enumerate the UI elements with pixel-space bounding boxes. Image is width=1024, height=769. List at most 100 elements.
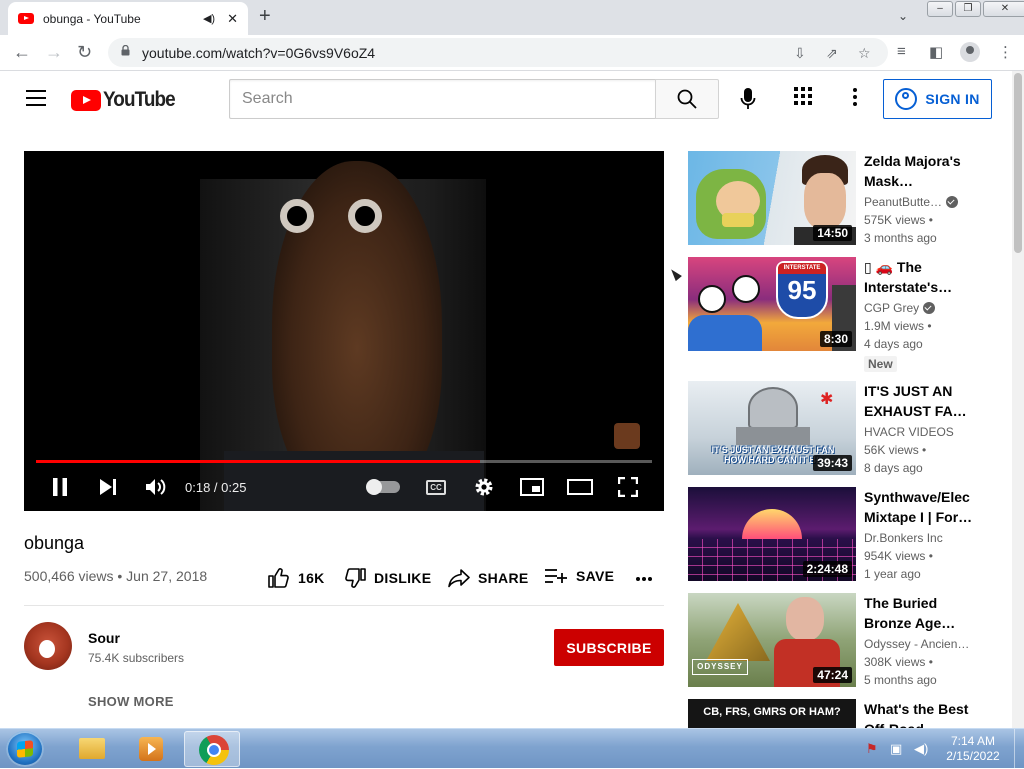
url-text[interactable]: youtube.com/watch?v=0G6vs9V6oZ4: [142, 45, 375, 61]
related-video-item[interactable]: INTERSTATE 95 8:30 ▯ 🚗 The Interstate's……: [688, 257, 978, 373]
bookmark-star-icon[interactable]: ☆: [858, 45, 871, 62]
back-arrow-icon[interactable]: ←: [13, 42, 31, 62]
apps-grid-icon[interactable]: [794, 87, 812, 105]
taskbar-file-explorer[interactable]: [62, 731, 118, 767]
miniplayer-icon[interactable]: [519, 475, 545, 499]
autoplay-toggle[interactable]: [366, 479, 400, 495]
chrome-menu-icon[interactable]: ⋮: [998, 43, 1013, 61]
minimize-button[interactable]: –: [927, 1, 953, 17]
save-button[interactable]: SAVE: [544, 568, 614, 584]
browser-tab[interactable]: obunga - YouTube ◀) ✕: [8, 2, 248, 35]
subscribe-button[interactable]: SUBSCRIBE: [554, 629, 664, 666]
related-channel-name: CGP Grey: [864, 301, 920, 315]
profile-avatar-icon[interactable]: [960, 42, 980, 62]
related-title[interactable]: ▯ 🚗 The Interstate's…: [864, 257, 974, 297]
video-title: obunga: [24, 533, 85, 553]
clock-date: 2/15/2022: [946, 749, 1000, 763]
more-actions-icon[interactable]: [635, 576, 653, 582]
search-button[interactable]: [655, 79, 719, 119]
related-video-item[interactable]: ✱ IT'S JUST AN EXHAUST FAN HOW HARD CAN …: [688, 381, 978, 475]
account-circle-icon: [895, 88, 918, 110]
guide-menu-icon[interactable]: [26, 90, 46, 106]
related-title[interactable]: What's the Best Off-Road…: [864, 699, 974, 728]
related-thumbnail[interactable]: ODYSSEY 47:24: [688, 593, 856, 687]
reload-icon[interactable]: ↻: [77, 42, 92, 62]
chrome-icon: [199, 735, 229, 765]
show-more-button[interactable]: SHOW MORE: [88, 694, 174, 709]
settings-gear-icon[interactable]: [472, 475, 496, 499]
page-scrollbar[interactable]: [1012, 71, 1024, 728]
youtube-logo[interactable]: YouTube: [71, 88, 183, 112]
related-video-item[interactable]: CB, FRS, GMRS OR HAM? What's the Best Of…: [688, 699, 978, 728]
fullscreen-icon[interactable]: [616, 475, 640, 499]
forward-arrow-icon[interactable]: →: [45, 42, 63, 62]
like-button[interactable]: 16K: [268, 568, 325, 588]
related-video-item[interactable]: 14:50 Zelda Majora's Mask… PeanutButte… …: [688, 151, 978, 245]
volume-tray-icon[interactable]: ◀): [914, 741, 928, 757]
windows-taskbar: ⚑ ▣ ◀) 7:14 AM 2/15/2022: [0, 728, 1024, 769]
volume-icon[interactable]: [144, 475, 168, 499]
related-thumbnail[interactable]: ✱ IT'S JUST AN EXHAUST FAN HOW HARD CAN …: [688, 381, 856, 475]
install-app-icon[interactable]: ⇩: [794, 45, 806, 62]
related-views: 308K views •: [864, 655, 933, 669]
thumbnail-caption: CB, FRS, GMRS OR HAM?: [703, 706, 841, 718]
pause-icon[interactable]: [50, 475, 70, 499]
related-thumbnail[interactable]: 2:24:48: [688, 487, 856, 581]
related-channel-name: Odyssey - Ancien…: [864, 637, 970, 651]
settings-kebab-icon[interactable]: [845, 87, 865, 107]
tab-close-icon[interactable]: ✕: [227, 11, 238, 27]
duration-badge: 8:30: [819, 331, 852, 347]
taskbar-media-player[interactable]: [122, 731, 178, 767]
related-thumbnail[interactable]: CB, FRS, GMRS OR HAM?: [688, 699, 856, 728]
search-box[interactable]: [229, 79, 656, 119]
video-player[interactable]: 0:18 / 0:25 CC: [24, 151, 664, 511]
related-age: 3 months ago: [864, 231, 937, 245]
related-title[interactable]: Synthwave/Elec Mixtape I | For…: [864, 487, 974, 527]
window-close-button[interactable]: ✕: [983, 1, 1024, 17]
next-icon[interactable]: [97, 475, 119, 499]
dislike-button[interactable]: DISLIKE: [344, 568, 431, 588]
related-age: 8 days ago: [864, 461, 923, 475]
related-title[interactable]: Zelda Majora's Mask…: [864, 151, 974, 191]
related-video-item[interactable]: ODYSSEY 47:24 The Buried Bronze Age… Ody…: [688, 593, 978, 687]
share-page-icon[interactable]: ⇗: [826, 45, 838, 62]
action-center-flag-icon[interactable]: ⚑: [866, 741, 878, 757]
share-button[interactable]: SHARE: [448, 568, 529, 588]
network-icon[interactable]: ▣: [890, 741, 902, 757]
voice-search-button[interactable]: [730, 81, 766, 117]
related-thumbnail[interactable]: INTERSTATE 95 8:30: [688, 257, 856, 351]
progress-bar[interactable]: [36, 460, 652, 463]
tab-search-chevron-icon[interactable]: ⌄: [898, 9, 908, 23]
related-video-item[interactable]: 2:24:48 Synthwave/Elec Mixtape I | For… …: [688, 487, 978, 581]
taskbar-clock[interactable]: 7:14 AM 2/15/2022: [932, 734, 1014, 764]
info-divider: [24, 605, 664, 606]
duration-badge: 2:24:48: [802, 561, 852, 577]
new-tab-button[interactable]: +: [259, 6, 271, 26]
media-queue-icon[interactable]: ≡: [897, 43, 906, 60]
youtube-logo-text: YouTube: [103, 88, 176, 111]
lock-icon[interactable]: [121, 45, 130, 56]
scrollbar-thumb[interactable]: [1014, 73, 1022, 253]
time-display: 0:18 / 0:25: [185, 480, 247, 495]
sign-in-button[interactable]: SIGN IN: [883, 79, 992, 119]
captions-icon[interactable]: CC: [426, 480, 446, 495]
window-controls: – ❐ ✕: [927, 1, 1024, 17]
start-button[interactable]: [6, 731, 44, 767]
verified-check-icon: [946, 196, 959, 208]
maximize-button[interactable]: ❐: [955, 1, 981, 17]
video-view-count-date: 500,466 views • Jun 27, 2018: [24, 568, 208, 584]
related-age: 1 year ago: [864, 567, 921, 581]
channel-name[interactable]: Sour: [88, 630, 120, 646]
channel-avatar[interactable]: [24, 622, 72, 670]
theater-mode-icon[interactable]: [567, 475, 593, 499]
related-thumbnail[interactable]: 14:50: [688, 151, 856, 245]
address-bar[interactable]: youtube.com/watch?v=0G6vs9V6oZ4 ⇩ ⇗ ☆: [108, 38, 888, 67]
duration-badge: 39:43: [813, 455, 852, 471]
related-title[interactable]: The Buried Bronze Age…: [864, 593, 974, 633]
tab-audio-icon[interactable]: ◀): [203, 12, 215, 25]
taskbar-chrome[interactable]: [184, 731, 240, 767]
related-title[interactable]: IT'S JUST AN EXHAUST FA…: [864, 381, 974, 421]
show-desktop-button[interactable]: [1014, 729, 1024, 769]
side-panel-icon[interactable]: ◧: [929, 43, 943, 61]
search-input[interactable]: [230, 80, 656, 118]
